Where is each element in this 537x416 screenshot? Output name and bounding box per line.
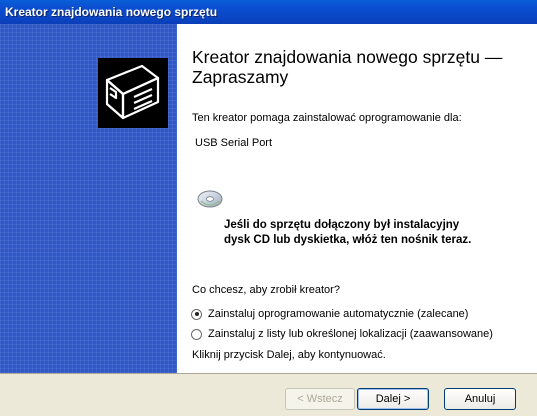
separator [0,373,537,374]
option-auto-install[interactable]: Zainstaluj oprogramowanie automatycznie … [191,308,468,320]
button-bar: < Wstecz Dalej > Anuluj [0,373,537,416]
cd-note: Jeśli do sprzętu dołączony był instalacy… [224,218,471,248]
option-list-install[interactable]: Zainstaluj z listy lub określonej lokali… [191,328,493,340]
cd-note-line1: Jeśli do sprzętu dołączony był instalacy… [224,219,460,231]
device-name: USB Serial Port [195,137,273,149]
continue-hint: Kliknij przycisk Dalej, aby kontynuować. [192,349,386,361]
back-button[interactable]: < Wstecz [285,388,355,410]
radio-auto-install[interactable] [191,308,202,320]
option-auto-label: Zainstaluj oprogramowanie automatycznie … [208,308,469,320]
option-list-label: Zainstaluj z listy lub określonej lokali… [208,328,493,340]
title-bar[interactable]: Kreator znajdowania nowego sprzętu [0,0,537,24]
cancel-button[interactable]: Anuluj [444,388,516,410]
cd-note-line2: dysk CD lub dyskietka, włóż ten nośnik t… [224,234,472,246]
wizard-sidebar [0,24,177,373]
next-button[interactable]: Dalej > [357,388,429,410]
intro-text: Ten kreator pomaga zainstalować oprogram… [192,112,462,124]
wizard-window: Kreator znajdowania nowego sprzętu Kreat… [0,0,537,416]
radio-list-install[interactable] [191,328,202,340]
hardware-card-icon [98,58,168,128]
window-title: Kreator znajdowania nowego sprzętu [5,5,218,19]
cd-disc-icon [197,185,225,218]
page-title: Kreator znajdowania nowego sprzętu — Zap… [192,47,503,87]
question-text: Co chcesz, aby zrobił kreator? [192,284,340,296]
wizard-content: Kreator znajdowania nowego sprzętu — Zap… [177,24,537,373]
